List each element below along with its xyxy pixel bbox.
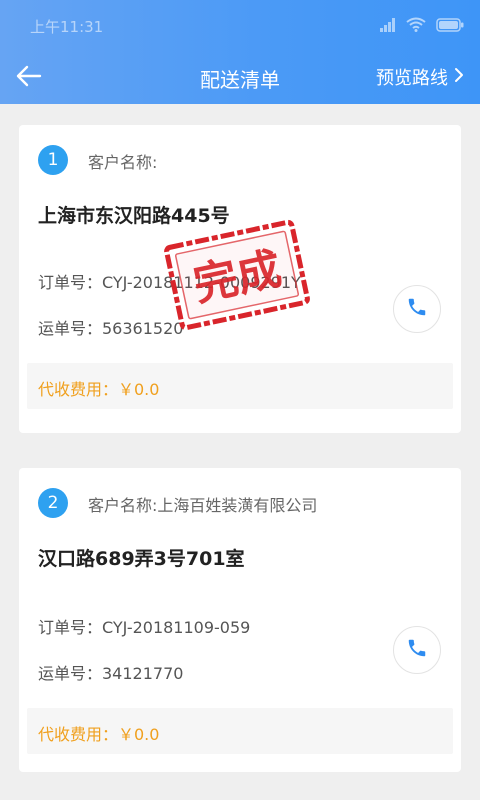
delivery-address: 上海市东汉阳路445号 (38, 205, 230, 227)
app-header: 上午11:31 配送清单 预览路线 (0, 0, 480, 104)
order-index-badge: 1 (38, 145, 68, 175)
call-button[interactable] (393, 626, 441, 674)
order-index-badge: 2 (38, 488, 68, 518)
customer-name: 客户名称: (88, 153, 158, 172)
nav-bar: 配送清单 预览路线 (0, 52, 480, 104)
preview-route-button[interactable]: 预览路线 (376, 64, 464, 90)
waybill-number: 运单号：34121770 (38, 664, 184, 683)
order-number: 订单号：CYJ-20181109-059 (38, 618, 251, 637)
collection-fee-bar: 代收费用：￥0.0 (27, 708, 453, 754)
signal-icon (380, 17, 396, 36)
preview-route-label: 预览路线 (376, 68, 448, 89)
status-bar: 上午11:31 (0, 0, 480, 52)
call-button[interactable] (393, 285, 441, 333)
waybill-number: 运单号：56361520 (38, 319, 184, 338)
collection-fee: 代收费用：￥0.0 (38, 725, 160, 744)
customer-name: 客户名称:上海百姓装潢有限公司 (88, 496, 318, 515)
order-number: 订单号：CYJ-20181112-0009291Y (38, 273, 301, 292)
chevron-right-icon (454, 67, 464, 88)
collection-fee-bar: 代收费用：￥0.0 (27, 363, 453, 409)
status-time: 上午11:31 (30, 18, 104, 36)
status-icons (380, 16, 464, 36)
phone-icon (406, 296, 428, 322)
delivery-address: 汉口路689弄3号701室 (38, 548, 245, 570)
collection-fee: 代收费用：￥0.0 (38, 380, 160, 399)
wifi-icon (406, 17, 426, 36)
phone-icon (406, 637, 428, 663)
order-card[interactable]: 1 客户名称: 上海市东汉阳路445号 订单号：CYJ-20181112-000… (19, 125, 461, 433)
battery-icon (436, 17, 464, 36)
order-card[interactable]: 2 客户名称:上海百姓装潢有限公司 汉口路689弄3号701室 订单号：CYJ-… (19, 468, 461, 772)
